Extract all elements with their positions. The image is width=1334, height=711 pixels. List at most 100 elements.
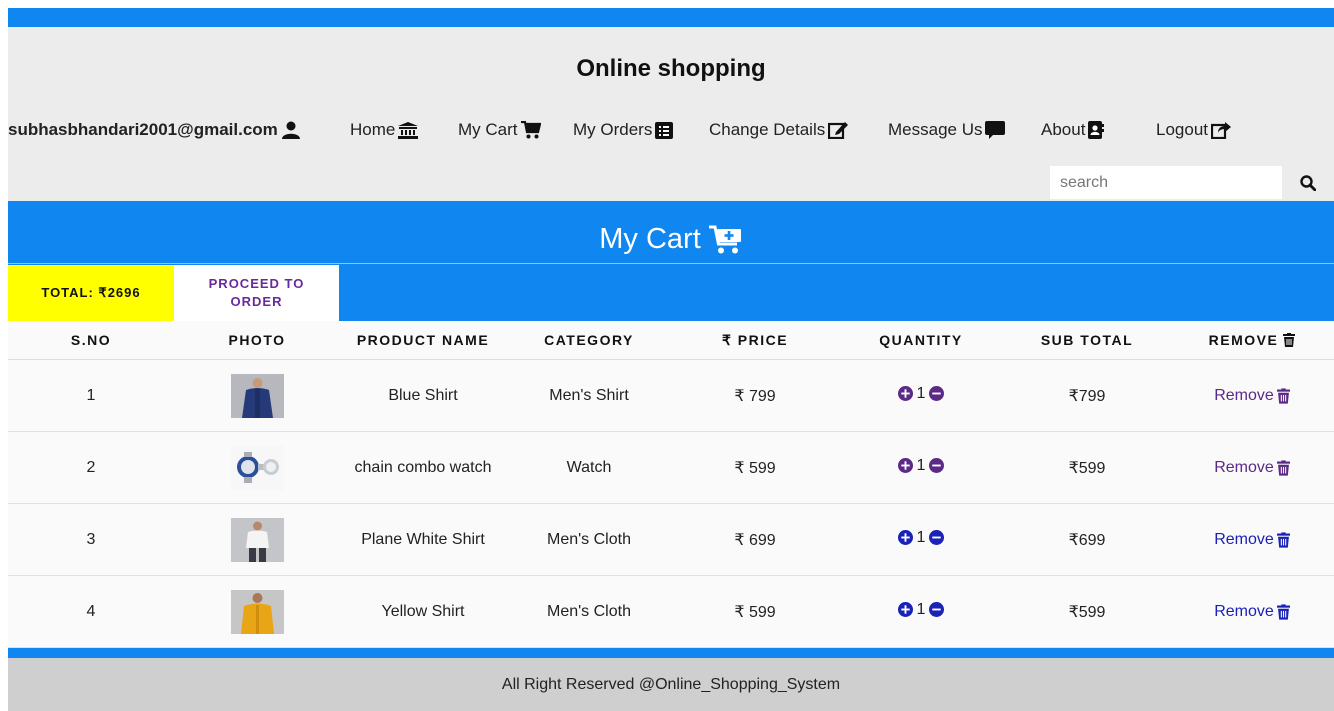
table-row: 3 Plane White Shirt Men's Cloth ₹ 699 1 [8,503,1334,576]
quantity-stepper: 1 [897,600,945,619]
cart-plus-icon [708,225,741,253]
row-price: ₹ 799 [672,359,838,432]
footer-text: All Right Reserved @Online_Shopping_Syst… [501,675,841,693]
remove-label: Remove [1214,530,1274,548]
nav-item-my-cart[interactable]: My Cart [458,120,541,140]
nav-item-change-details[interactable]: Change Details [709,120,849,140]
nav-item-label: Change Details [709,120,826,139]
remove-item-button[interactable]: Remove [1214,459,1290,477]
decrease-quantity-button[interactable] [929,458,945,474]
cart-title-text: My Cart [599,223,701,255]
increase-quantity-button[interactable] [897,386,913,402]
nav-item-message-us[interactable]: Message Us [888,120,1006,140]
nav-user-account[interactable]: subhasbhandari2001@gmail.com [8,120,301,140]
search-input[interactable] [1050,166,1282,199]
row-remove-cell: Remove [1170,431,1334,504]
row-subtotal: ₹599 [1004,431,1170,504]
table-row: 4 Yellow Shirt Men's Cloth ₹ 599 1 ₹599 … [8,575,1334,648]
row-quantity-cell: 1 [838,431,1004,504]
comment-icon [985,121,1006,139]
row-remove-cell: Remove [1170,359,1334,432]
decrease-quantity-button[interactable] [929,386,945,402]
nav-item-label: My Cart [458,120,518,139]
user-icon [281,121,300,139]
col-header-remove-label: REMOVE [1208,332,1279,348]
nav-item-label: Home [350,120,396,139]
banner-divider [8,263,1334,264]
user-email: subhasbhandari2001@gmail.com [8,120,278,139]
top-stripe [8,8,1334,27]
trash-icon [1276,603,1290,620]
quantity-value: 1 [916,384,926,402]
quantity-stepper: 1 [897,456,945,475]
quantity-value: 1 [916,600,926,618]
minus-circle-icon [929,386,945,402]
col-header-price: ₹ PRICE [672,321,838,360]
remove-label: Remove [1214,602,1274,620]
table-row: 1 Blue Shirt Men's Shirt ₹ 799 1 ₹799 Re… [8,359,1334,432]
plus-circle-icon [897,602,913,618]
row-product-name: Yellow Shirt [340,575,506,648]
list-alt-icon [655,121,674,139]
row-photo-cell [174,575,340,648]
col-header-sno: S.NO [8,321,174,360]
row-sno: 2 [8,431,174,504]
share-square-icon [1211,122,1231,139]
col-header-subtotal: SUB TOTAL [1004,321,1170,360]
increase-quantity-button[interactable] [897,602,913,618]
table-header-row: S.NO PHOTO PRODUCT NAME CATEGORY ₹ PRICE… [8,321,1334,360]
trash-icon [1283,333,1296,347]
nav-item-home[interactable]: Home [350,120,419,140]
remove-label: Remove [1214,458,1274,476]
search-button[interactable] [1282,166,1334,199]
increase-quantity-button[interactable] [897,458,913,474]
main-nav: subhasbhandari2001@gmail.com Home My Car… [8,120,1334,144]
row-product-name: chain combo watch [340,431,506,504]
plus-circle-icon [897,458,913,474]
row-category: Men's Shirt [506,359,672,432]
nav-item-my-orders[interactable]: My Orders [573,120,674,140]
cart-total: TOTAL: ₹2696 [8,265,174,321]
minus-circle-icon [929,530,945,546]
row-price: ₹ 599 [672,575,838,648]
proceed-to-order-button[interactable]: PROCEED TO ORDER [174,265,339,321]
decrease-quantity-button[interactable] [929,602,945,618]
footer: All Right Reserved @Online_Shopping_Syst… [8,658,1334,711]
cart-heading: My Cart [8,223,1334,256]
quantity-stepper: 1 [897,529,945,547]
row-price: ₹ 699 [672,503,838,576]
row-category: Men's Cloth [506,503,672,576]
page-frame: Online shopping subhasbhandari2001@gmail… [8,8,1334,711]
row-product-name: Plane White Shirt [340,503,506,576]
col-header-quantity: QUANTITY [838,321,1004,360]
remove-item-button[interactable]: Remove [1214,531,1290,549]
row-quantity-cell: 1 [838,359,1004,432]
row-photo-cell [174,431,340,504]
product-photo-watch [230,445,284,490]
quantity-value: 1 [916,456,926,474]
col-header-remove: REMOVE [1170,321,1334,360]
remove-item-button[interactable]: Remove [1214,387,1290,405]
row-photo-cell [174,359,340,432]
increase-quantity-button[interactable] [897,530,913,546]
col-header-photo: PHOTO [174,321,340,360]
minus-circle-icon [929,458,945,474]
search-bar [1050,166,1334,199]
nav-item-about[interactable]: About [1041,120,1105,140]
plus-circle-icon [897,530,913,546]
product-photo-white-shirt [230,517,284,562]
remove-item-button[interactable]: Remove [1214,603,1290,621]
row-category: Watch [506,431,672,504]
site-title: Online shopping [576,55,766,82]
row-photo-cell [174,503,340,576]
decrease-quantity-button[interactable] [929,530,945,546]
nav-item-label: Logout [1156,120,1208,139]
nav-item-logout[interactable]: Logout [1156,120,1231,140]
row-subtotal: ₹599 [1004,575,1170,648]
trash-icon [1276,459,1290,476]
row-quantity-cell: 1 [838,503,1004,576]
cart-table: S.NO PHOTO PRODUCT NAME CATEGORY ₹ PRICE… [8,321,1334,648]
row-subtotal: ₹699 [1004,503,1170,576]
edit-icon [828,122,849,139]
minus-circle-icon [929,602,945,618]
